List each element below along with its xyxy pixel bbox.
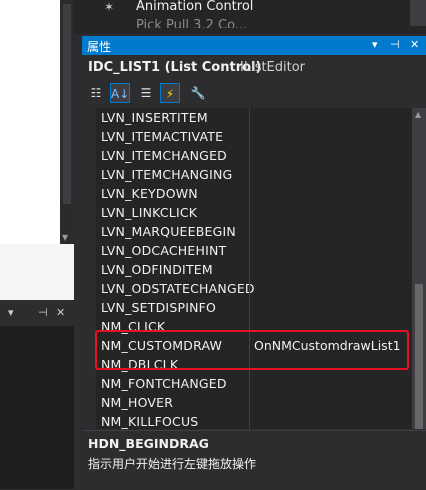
description-title: HDN_BEGINDRAG (88, 436, 209, 451)
editor-surface-lower (0, 244, 74, 300)
object-name: IDC_LIST1 (List Control) (88, 60, 262, 75)
toolbox-item-next[interactable]: Pick Pull 3.2 Co... (136, 18, 336, 28)
properties-icon[interactable]: ☰ (136, 83, 156, 103)
scroll-up-icon[interactable]: ▲ (415, 110, 421, 119)
alphabetical-icon[interactable]: A↓ (110, 83, 130, 103)
row-key: NM_KILLFOCUS (101, 414, 199, 429)
row-key: LVN_ODCACHEHINT (101, 243, 227, 258)
grid-row[interactable]: NM_KILLFOCUS (96, 412, 412, 429)
properties-title-bar: 属性 ▾ ⊣ ✕ (82, 36, 426, 55)
grid-row[interactable]: LVN_ODSTATECHANGED (96, 279, 412, 298)
wrench-icon[interactable]: 🔧 (188, 83, 208, 103)
object-type: IListEditor (240, 60, 306, 75)
object-selector[interactable]: IDC_LIST1 (List Control) IListEditor (82, 56, 426, 80)
grid-row[interactable]: LVN_ITEMACTIVATE (96, 127, 412, 146)
output-panel (0, 300, 74, 489)
row-key: LVN_ITEMCHANGING (101, 167, 233, 182)
grid-row[interactable]: NM_HOVER (96, 393, 412, 412)
row-key: LVN_ITEMCHANGED (101, 148, 227, 163)
categorized-icon[interactable]: ☷ (86, 83, 106, 103)
grid-row[interactable]: LVN_ITEMCHANGED (96, 146, 412, 165)
editor-scrollbar[interactable]: ▼ (60, 0, 74, 244)
grid-row[interactable]: LVN_ODFINDITEM (96, 260, 412, 279)
grid-row[interactable]: LVN_LINKCLICK (96, 203, 412, 222)
editor-scrollbar-thumb[interactable] (63, 4, 71, 204)
events-icon[interactable]: ⚡ (160, 83, 180, 103)
row-key: NM_FONTCHANGED (101, 376, 227, 391)
grid-row[interactable]: LVN_INSERTITEM (96, 108, 412, 127)
row-key: LVN_ITEMACTIVATE (101, 129, 224, 144)
row-key: LVN_ODSTATECHANGED (101, 281, 255, 296)
highlight-annotation (95, 330, 409, 370)
toolbox-item-animation-control[interactable]: Animation Control (136, 0, 253, 14)
grid-row[interactable]: LVN_KEYDOWN (96, 184, 412, 203)
row-key: LVN_MARQUEEBEGIN (101, 224, 236, 239)
output-panel-header: ▾ ⊣ ✕ (0, 300, 74, 326)
dropdown-icon[interactable]: ▾ (8, 306, 14, 319)
grid-scrollbar-thumb[interactable] (415, 284, 423, 429)
pin-icon[interactable]: ⊣ (390, 38, 400, 51)
pin-icon[interactable]: ⊣ (38, 306, 48, 319)
properties-toolbar: ☷ A↓ ☰ ⚡ 🔧 (82, 81, 426, 105)
dropdown-icon[interactable]: ▾ (372, 38, 378, 51)
grid-row[interactable]: LVN_ODCACHEHINT (96, 241, 412, 260)
description-text: 指示用户开始进行左键拖放操作 (88, 457, 257, 471)
row-key: NM_HOVER (101, 395, 174, 410)
animation-control-icon: ✶ (104, 0, 115, 14)
row-key: LVN_ODFINDITEM (101, 262, 213, 277)
row-key: LVN_LINKCLICK (101, 205, 198, 220)
editor-surface (0, 0, 60, 244)
grid-row[interactable]: NM_FONTCHANGED (96, 374, 412, 393)
grid-scrollbar[interactable]: ▲ (412, 108, 426, 429)
toolbox-panel: ✶ Animation Control Pick Pull 3.2 Co... (74, 0, 426, 34)
grid-row[interactable]: LVN_ITEMCHANGING (96, 165, 412, 184)
scroll-down-icon[interactable]: ▼ (62, 233, 68, 242)
close-icon[interactable]: ✕ (410, 38, 419, 51)
grid-row[interactable]: LVN_SETDISPINFO (96, 298, 412, 317)
row-key: LVN_INSERTITEM (101, 110, 208, 125)
properties-title: 属性 (87, 40, 112, 54)
close-icon[interactable]: ✕ (56, 306, 65, 319)
column-divider[interactable] (249, 108, 250, 429)
grid-gutter (82, 108, 96, 429)
property-grid: LVN_INSERTITEM LVN_ITEMACTIVATE LVN_ITEM… (96, 108, 412, 429)
grid-row[interactable]: LVN_MARQUEEBEGIN (96, 222, 412, 241)
toolbox-scrollbar[interactable] (410, 0, 426, 26)
row-key: LVN_KEYDOWN (101, 186, 198, 201)
row-key: LVN_SETDISPINFO (101, 300, 217, 315)
description-panel: HDN_BEGINDRAG 指示用户开始进行左键拖放操作 (82, 430, 426, 490)
